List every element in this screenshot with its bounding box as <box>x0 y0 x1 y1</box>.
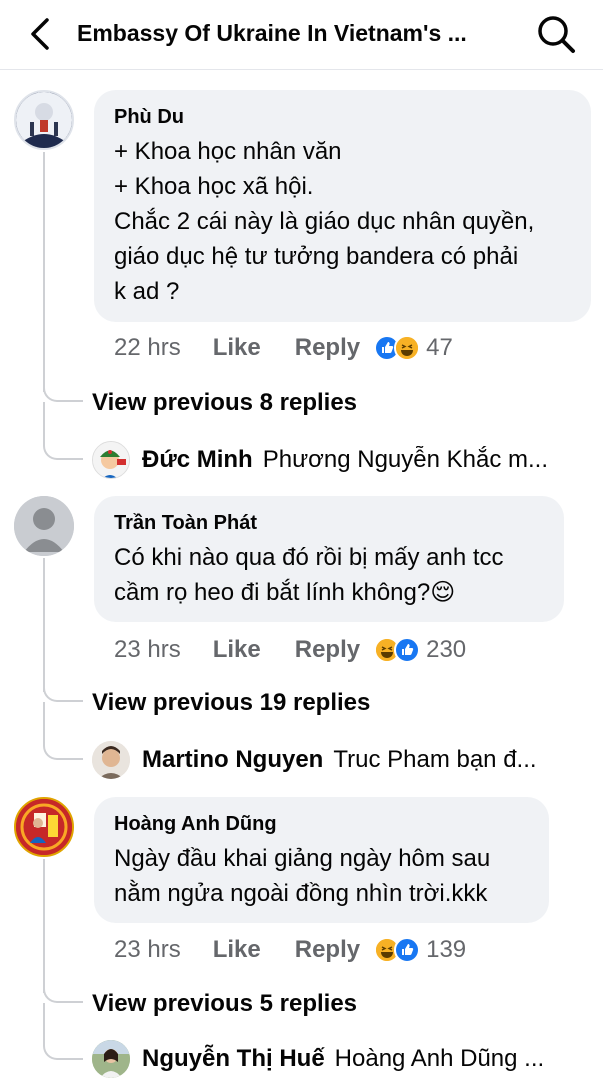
reply-button[interactable]: Reply <box>295 636 360 664</box>
reaction-count: 230 <box>426 636 467 663</box>
view-previous-replies[interactable]: View previous 19 replies <box>92 688 370 718</box>
thread-connector <box>43 702 83 760</box>
avatar[interactable] <box>14 496 74 556</box>
latest-reply-row[interactable]: Martino Nguyen Truc Pham bạn đ... <box>92 740 582 780</box>
avatar <box>92 441 130 479</box>
avatar-image-icon <box>92 1040 130 1078</box>
search-button[interactable] <box>534 12 578 56</box>
avatar <box>92 1040 130 1078</box>
avatar <box>92 741 130 779</box>
thread-connector <box>43 981 83 1003</box>
thread-connector <box>43 380 83 402</box>
thread-line <box>43 152 45 392</box>
reactions-summary[interactable] <box>374 637 421 663</box>
comment-text: Ngày đầu khai giảng ngày hôm sau nằm ngử… <box>114 845 491 907</box>
comment-timestamp: 23 hrs <box>114 936 181 963</box>
reply-preview: Phương Nguyễn Khắc m... <box>262 446 548 473</box>
thread-connector <box>43 1003 83 1060</box>
thread-connector <box>43 402 83 460</box>
latest-reply-row[interactable]: Đức Minh Phương Nguyễn Khắc m... <box>92 440 582 480</box>
like-button[interactable]: Like <box>213 636 261 664</box>
reaction-count: 139 <box>426 936 467 963</box>
thread-line <box>43 859 45 993</box>
avatar-image-icon <box>92 741 130 779</box>
comment-actions: 23 hrs Like Reply 139 <box>114 932 466 968</box>
comment-bubble[interactable]: Trần Toàn Phát Có khi nào qua đó rồi bị … <box>94 496 564 622</box>
like-reaction-icon <box>394 637 421 663</box>
reply-preview: Truc Pham bạn đ... <box>333 746 537 773</box>
comment-text: + Khoa học nhân văn + Khoa học xã hội. C… <box>114 138 535 305</box>
avatar[interactable] <box>14 90 74 150</box>
comment-bubble[interactable]: Phù Du + Khoa học nhân văn + Khoa học xã… <box>94 90 591 322</box>
comment-actions: 22 hrs Like Reply 47 <box>114 330 453 366</box>
like-button[interactable]: Like <box>213 334 261 362</box>
comment-author[interactable]: Trần Toàn Phát <box>114 510 544 536</box>
page-title: Embassy Of Ukraine In Vietnam's ... <box>77 20 467 46</box>
view-previous-replies[interactable]: View previous 8 replies <box>92 388 357 418</box>
avatar-image-icon <box>93 442 129 478</box>
reply-preview: Hoàng Anh Dũng ... <box>334 1045 545 1072</box>
comment-actions: 23 hrs Like Reply 230 <box>114 632 466 668</box>
avatar-image-icon <box>16 799 72 855</box>
back-button[interactable] <box>22 14 58 54</box>
comment-timestamp: 23 hrs <box>114 636 181 663</box>
comment-author[interactable]: Hoàng Anh Dũng <box>114 811 529 837</box>
reply-author[interactable]: Nguyễn Thị Huế <box>142 1045 325 1073</box>
reply-author[interactable]: Martino Nguyen <box>142 746 323 774</box>
comment-timestamp: 22 hrs <box>114 334 181 361</box>
search-icon <box>538 16 575 53</box>
avatar-image-icon <box>16 92 72 148</box>
reaction-count: 47 <box>426 334 453 361</box>
view-previous-replies[interactable]: View previous 5 replies <box>92 989 357 1019</box>
reply-button[interactable]: Reply <box>295 936 360 964</box>
reactions-summary[interactable] <box>374 937 421 963</box>
thread-line <box>43 558 45 692</box>
haha-reaction-icon <box>394 335 421 361</box>
reactions-summary[interactable] <box>374 335 421 361</box>
reply-author[interactable]: Đức Minh <box>142 446 253 474</box>
reply-button[interactable]: Reply <box>295 334 360 362</box>
thread-connector <box>43 680 83 702</box>
comment-author[interactable]: Phù Du <box>114 104 571 130</box>
comment-bubble[interactable]: Hoàng Anh Dũng Ngày đầu khai giảng ngày … <box>94 797 549 923</box>
comment-text: Có khi nào qua đó rồi bị mấy anh tcc cầm… <box>114 544 504 606</box>
chevron-left-icon <box>31 18 49 50</box>
top-bar: Embassy Of Ukraine In Vietnam's ... <box>0 0 603 70</box>
latest-reply-row[interactable]: Nguyễn Thị Huế Hoàng Anh Dũng ... <box>92 1039 582 1079</box>
like-reaction-icon <box>394 937 421 963</box>
like-button[interactable]: Like <box>213 936 261 964</box>
default-profile-icon <box>14 496 74 556</box>
avatar[interactable] <box>14 797 74 857</box>
